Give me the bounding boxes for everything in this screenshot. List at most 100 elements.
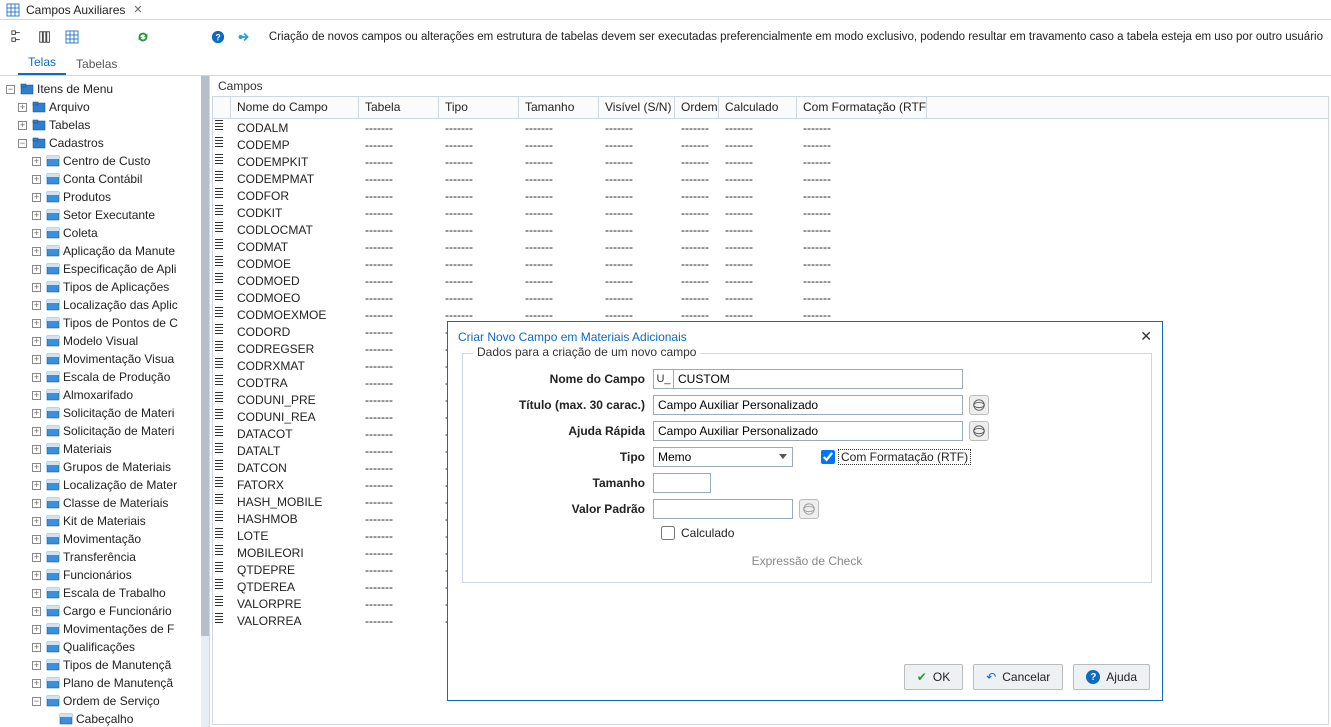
tree-node-item[interactable]: +Modelo Visual — [6, 332, 207, 350]
table-row[interactable]: CODMOED---------------------------------… — [213, 272, 1328, 289]
tree-toggle-icon[interactable]: + — [32, 157, 41, 166]
drag-handle-icon[interactable] — [215, 528, 223, 540]
drag-handle-icon[interactable] — [215, 443, 223, 455]
tree-node-item[interactable]: +Grupos de Materiais — [6, 458, 207, 476]
calculado-checkbox[interactable] — [661, 526, 675, 540]
tree-toggle-icon[interactable]: + — [32, 211, 41, 220]
tree-toggle-icon[interactable]: + — [32, 175, 41, 184]
tree-toggle-icon[interactable]: + — [32, 463, 41, 472]
column-config-icon[interactable] — [35, 26, 54, 48]
tree-node-arquivo[interactable]: +Arquivo — [6, 98, 207, 116]
tree-node-item[interactable]: +Movimentações de F — [6, 620, 207, 638]
table-row[interactable]: CODMAT----------------------------------… — [213, 238, 1328, 255]
drag-handle-icon[interactable] — [215, 613, 223, 625]
tree-toggle-icon[interactable]: + — [18, 121, 27, 130]
drag-handle-icon[interactable] — [215, 562, 223, 574]
titulo-translate-icon[interactable] — [969, 395, 989, 415]
tree-toggle-icon[interactable]: + — [32, 247, 41, 256]
drag-handle-icon[interactable] — [215, 154, 223, 166]
tree-toggle-icon[interactable]: + — [32, 481, 41, 490]
tree-node-item[interactable]: +Localização das Aplic — [6, 296, 207, 314]
tree-toggle-icon[interactable]: + — [32, 337, 41, 346]
tree-toggle-icon[interactable]: + — [32, 319, 41, 328]
table-row[interactable]: CODEMPKIT-------------------------------… — [213, 153, 1328, 170]
valor-padrao-icon[interactable] — [799, 499, 819, 519]
modal-close-icon[interactable]: ✕ — [1140, 328, 1152, 345]
drag-handle-icon[interactable] — [215, 120, 223, 132]
table-row[interactable]: CODMOEO---------------------------------… — [213, 289, 1328, 306]
tree-toggle-icon[interactable]: + — [32, 229, 41, 238]
table-row[interactable]: CODFOR----------------------------------… — [213, 187, 1328, 204]
tree-node-item[interactable]: +Conta Contábil — [6, 170, 207, 188]
tree-node-item[interactable]: +Transferência — [6, 548, 207, 566]
drag-handle-icon[interactable] — [215, 460, 223, 472]
tree-toggle-icon[interactable]: + — [32, 517, 41, 526]
nome-campo-input[interactable] — [674, 370, 962, 388]
tree-node-item[interactable]: +Movimentação — [6, 530, 207, 548]
grid-column-header[interactable]: Tabela — [359, 97, 439, 118]
tab-telas[interactable]: Telas — [18, 53, 66, 75]
table-row[interactable]: CODEMPMAT-------------------------------… — [213, 170, 1328, 187]
grid-column-header[interactable]: Nome do Campo — [231, 97, 359, 118]
close-tab-icon[interactable]: ✕ — [133, 3, 142, 16]
tree-node-tabelas[interactable]: +Tabelas — [6, 116, 207, 134]
tree-node-item[interactable]: +Escala de Trabalho — [6, 584, 207, 602]
cancel-button[interactable]: ↶ Cancelar — [973, 664, 1063, 690]
drag-handle-icon[interactable] — [215, 205, 223, 217]
ajuda-input[interactable] — [653, 421, 963, 441]
rtf-checkbox[interactable] — [821, 450, 835, 464]
tree-toggle-icon[interactable]: + — [32, 427, 41, 436]
ajuda-translate-icon[interactable] — [969, 421, 989, 441]
grid-column-header[interactable]: Ordem — [675, 97, 719, 118]
drag-handle-icon[interactable] — [215, 256, 223, 268]
tree-toggle-icon[interactable]: + — [32, 589, 41, 598]
tree-toggle-icon[interactable]: + — [32, 553, 41, 562]
tree-scrollbar[interactable] — [201, 76, 209, 727]
tree-node-item[interactable]: −Ordem de Serviço — [6, 692, 207, 710]
tree-toggle-icon[interactable]: + — [32, 607, 41, 616]
titulo-input[interactable] — [653, 395, 963, 415]
table-row[interactable]: CODMOE----------------------------------… — [213, 255, 1328, 272]
drag-handle-icon[interactable] — [215, 341, 223, 353]
tree-toggle-icon[interactable]: + — [32, 265, 41, 274]
tree-node-cadastros[interactable]: −Cadastros — [6, 134, 207, 152]
drag-handle-icon[interactable] — [215, 273, 223, 285]
grid-view-icon[interactable] — [63, 26, 82, 48]
table-row[interactable]: CODALM----------------------------------… — [213, 119, 1328, 136]
tree-node-item[interactable]: +Solicitação de Materi — [6, 404, 207, 422]
tree-toggle-icon[interactable]: + — [32, 373, 41, 382]
tree-node-item[interactable]: +Solicitação de Materi — [6, 422, 207, 440]
tree-node-item[interactable]: +Kit de Materiais — [6, 512, 207, 530]
drag-handle-icon[interactable] — [215, 494, 223, 506]
tree-toggle-icon[interactable]: + — [18, 103, 27, 112]
tree-node-item[interactable]: +Tipos de Manutençã — [6, 656, 207, 674]
drag-handle-icon[interactable] — [215, 307, 223, 319]
tree-toggle-icon[interactable]: + — [32, 679, 41, 688]
drag-handle-icon[interactable] — [215, 579, 223, 591]
table-row[interactable]: CODEMP----------------------------------… — [213, 136, 1328, 153]
table-row[interactable]: CODKIT----------------------------------… — [213, 204, 1328, 221]
tree-node-item[interactable]: +Qualificações — [6, 638, 207, 656]
tamanho-input[interactable] — [653, 473, 711, 493]
tree-node-item[interactable]: +Movimentação Visua — [6, 350, 207, 368]
tree-toggle-icon[interactable]: + — [32, 661, 41, 670]
tree-config-icon[interactable] — [8, 26, 27, 48]
tree-toggle-icon[interactable]: + — [32, 355, 41, 364]
table-row[interactable]: CODLOCMAT-------------------------------… — [213, 221, 1328, 238]
tree-node-root[interactable]: −Itens de Menu — [6, 80, 207, 98]
tree-node-item[interactable]: +Centro de Custo — [6, 152, 207, 170]
tree-node-item[interactable]: +Escala de Produção — [6, 368, 207, 386]
tree-node-item[interactable]: +Coleta — [6, 224, 207, 242]
tree-toggle-icon[interactable]: + — [32, 499, 41, 508]
drag-handle-icon[interactable] — [215, 290, 223, 302]
tab-tabelas[interactable]: Tabelas — [66, 55, 127, 75]
tree-toggle-icon[interactable]: + — [32, 193, 41, 202]
ok-button[interactable]: ✔ OK — [904, 664, 963, 690]
tree-node-item[interactable]: +Classe de Materiais — [6, 494, 207, 512]
drag-handle-icon[interactable] — [215, 392, 223, 404]
drag-handle-icon[interactable] — [215, 426, 223, 438]
valor-padrao-input[interactable] — [653, 499, 793, 519]
tree-node-item[interactable]: +Produtos — [6, 188, 207, 206]
tree-node-item[interactable]: +Almoxarifado — [6, 386, 207, 404]
tree-toggle-icon[interactable]: − — [18, 139, 27, 148]
